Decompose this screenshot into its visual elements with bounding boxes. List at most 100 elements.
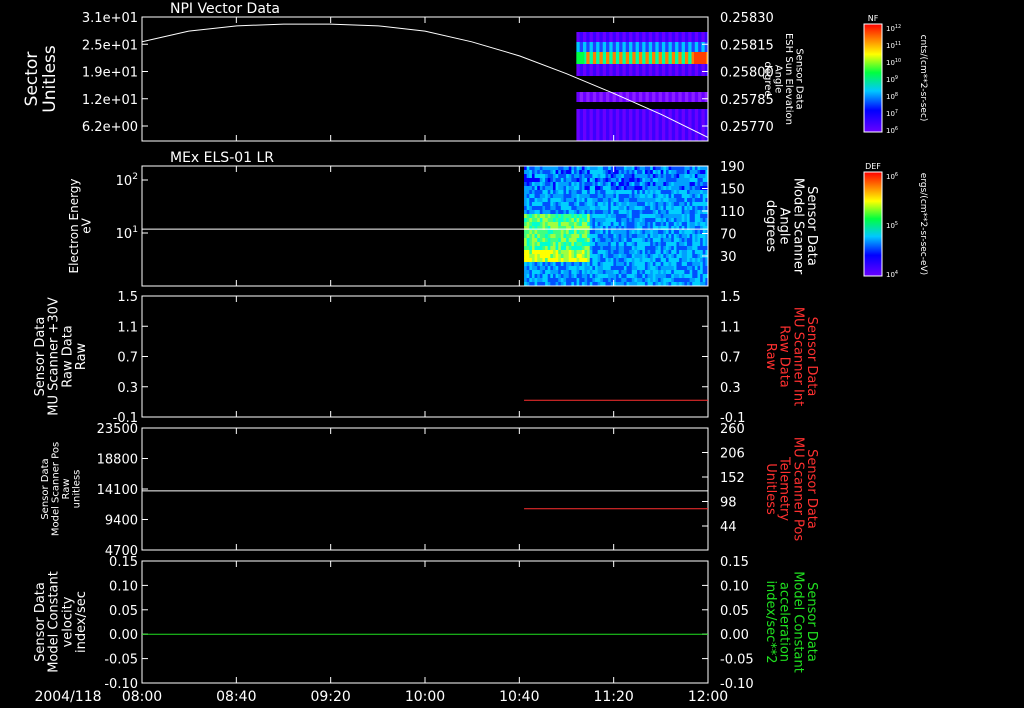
spectrogram-cell [688, 52, 693, 64]
spectrogram-cell [534, 258, 538, 263]
spectrogram-cell [623, 222, 627, 227]
spectrogram-cell [700, 178, 704, 183]
spectrogram-cell [671, 42, 676, 52]
spectrogram-cell [694, 226, 698, 231]
spectrogram-cell [642, 234, 646, 239]
spectrogram-cell [531, 190, 535, 195]
spectrogram-cell [560, 242, 564, 247]
spectrogram-cell [573, 198, 578, 203]
spectrogram-cell [689, 182, 693, 187]
spectrogram-cell [639, 214, 643, 219]
spectrogram-cell [587, 166, 591, 171]
spectrogram-cell [658, 190, 662, 195]
spectrogram-cell [694, 222, 698, 227]
spectrogram-cell [684, 258, 688, 263]
spectrogram-cell [618, 262, 622, 267]
spectrogram-cell [581, 218, 585, 223]
spectrogram-cell [668, 202, 672, 207]
spectrogram-cell [537, 182, 541, 187]
spectrogram-cell [697, 194, 701, 199]
spectrogram-cell [534, 198, 538, 203]
colorbar-units-line: cnts/(cm**2-sr-sec) [918, 35, 928, 122]
spectrogram-cell [529, 214, 533, 219]
spectrogram-cell [655, 194, 659, 199]
spectrogram-cell [702, 274, 706, 279]
spectrogram-cell [537, 246, 541, 251]
spectrogram-cell [547, 234, 551, 239]
spectrogram-cell [631, 182, 635, 187]
spectrogram-cell [663, 258, 667, 263]
spectrogram-cell [660, 230, 664, 235]
spectrogram-cell [642, 246, 646, 251]
spectrogram-cell [566, 214, 570, 219]
spectrogram-cell [639, 254, 643, 259]
spectrogram-cell [663, 166, 667, 171]
spectrogram-cell [647, 274, 651, 279]
spectrogram-cell [676, 254, 680, 259]
spectrogram-cell [608, 166, 612, 171]
spectrogram-cell [612, 64, 617, 76]
spectrogram-cell [698, 109, 702, 141]
spectrogram-cell [665, 92, 670, 102]
right-tick-label: 152 [720, 471, 745, 486]
spectrogram-cell [639, 170, 643, 175]
spectrogram-cell [692, 190, 696, 195]
spectrogram-cell [692, 246, 696, 251]
spectrogram-cell [644, 234, 648, 239]
spectrogram-cell [671, 218, 675, 223]
spectrogram-cell [552, 266, 556, 271]
spectrogram-cell [608, 222, 612, 227]
spectrogram-cell [558, 254, 562, 259]
spectrogram-cell [597, 266, 601, 271]
spectrogram-cell [678, 64, 683, 76]
spectrogram-cell [650, 218, 654, 223]
spectrogram-cell [665, 186, 669, 191]
spectrogram-cell [700, 266, 704, 271]
spectrogram-cell [600, 182, 604, 187]
spectrogram-cell [679, 278, 683, 283]
spectrogram-cell [655, 198, 659, 203]
spectrogram-cell [571, 230, 575, 235]
spectrogram-cell [621, 258, 625, 263]
spectrogram-cell [652, 174, 656, 179]
spectrogram-cell [660, 194, 664, 199]
spectrogram-cell [652, 254, 656, 259]
spectrogram-cell [558, 258, 562, 263]
spectrogram-cell [642, 254, 646, 259]
spectrogram-cell [534, 250, 538, 255]
spectrogram-cell [545, 274, 549, 279]
spectrogram-cell [576, 198, 580, 203]
spectrogram-cell [668, 64, 673, 76]
spectrogram-cell [702, 166, 706, 171]
spectrogram-cell [597, 222, 601, 227]
spectrogram-cell [555, 266, 559, 271]
spectrogram-cell [684, 194, 688, 199]
spectrogram-cell [686, 210, 691, 215]
spectrogram-cell [566, 202, 570, 207]
spectrogram-cell [626, 166, 630, 171]
spectrogram-cell [689, 242, 693, 247]
spectrogram-cell [563, 226, 567, 231]
spectrogram-cell [652, 226, 656, 231]
spectrogram-cell [552, 222, 556, 227]
spectrogram-cell [587, 226, 591, 231]
spectrogram-cell [537, 254, 541, 259]
spectrogram-cell [665, 258, 669, 263]
spectrogram-cell [625, 32, 630, 42]
spectrogram-cell [586, 109, 591, 141]
spectrogram-cell [563, 266, 567, 271]
spectrogram-cell [576, 166, 580, 171]
spectrogram-cell [629, 206, 633, 211]
spectrogram-cell [629, 202, 633, 207]
spectrogram-cell [539, 166, 543, 171]
spectrogram-cell [634, 222, 638, 227]
spectrogram-cell [613, 230, 617, 235]
spectrogram-cell [600, 258, 604, 263]
spectrogram-cell [658, 262, 662, 267]
spectrogram-cell [658, 186, 662, 191]
spectrogram-cell [602, 210, 606, 215]
spectrogram-cell [579, 230, 583, 235]
spectrogram-cell [534, 222, 538, 227]
spectrogram-cell [631, 222, 635, 227]
spectrogram-cell [531, 226, 535, 231]
